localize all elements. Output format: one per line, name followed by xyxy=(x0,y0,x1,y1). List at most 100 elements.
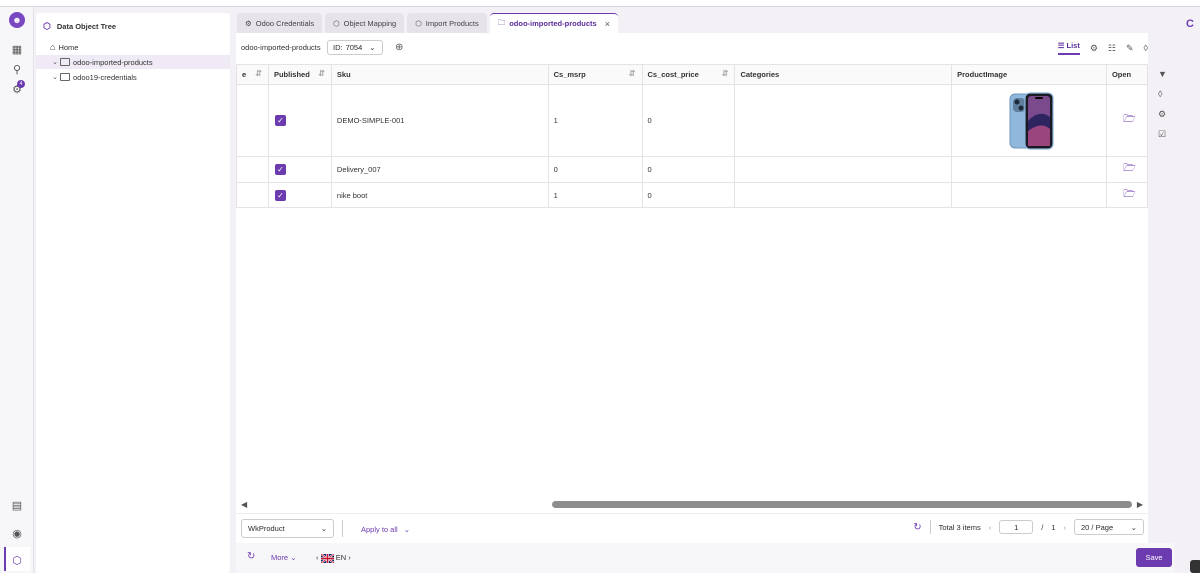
tab-label: odoo-imported-products xyxy=(509,19,597,28)
reload-icon[interactable]: ↻ xyxy=(247,551,255,562)
column-header-cs-msrp[interactable]: Cs_msrp ⇵ xyxy=(547,64,643,85)
tab-import-products[interactable]: ⬡ Import Products xyxy=(407,13,487,33)
column-label: Categories xyxy=(740,70,780,79)
document-icon[interactable]: ▤ xyxy=(9,497,25,513)
tab-label: Import Products xyxy=(425,18,479,28)
chevron-left-icon[interactable]: ‹ xyxy=(316,553,319,562)
window-top-bar xyxy=(0,0,1200,7)
next-page-icon[interactable]: › xyxy=(1064,523,1067,532)
tree-item-home[interactable]: ⌂ Home xyxy=(36,40,230,54)
tree-item-label: odoo-imported-products xyxy=(73,57,153,67)
column-header-open[interactable]: Open xyxy=(1105,64,1149,85)
grid-bottom-bar: WkProduct ⌄ Apply to all ⌄ ↻ Total 3 ite… xyxy=(236,513,1148,543)
language-switcher[interactable]: ‹ EN › xyxy=(316,553,351,563)
search-icon[interactable]: ⚲ xyxy=(9,61,25,77)
more-button[interactable]: More ⌄ xyxy=(271,553,296,562)
chevron-down-icon: ⌄ xyxy=(369,43,376,52)
page-number-input[interactable]: 1 xyxy=(999,520,1034,534)
chevron-down-icon[interactable]: ⌄ xyxy=(50,58,60,66)
refresh-icon[interactable]: ↻ xyxy=(913,522,921,533)
save-button[interactable]: Save xyxy=(1136,548,1172,567)
column-label: Open xyxy=(1111,70,1132,79)
cs-cost-price-cell: 0 xyxy=(641,182,736,208)
horizontal-scrollbar[interactable]: ◀ ▶ xyxy=(241,500,1143,510)
settings-icon[interactable]: ⚙ xyxy=(1158,109,1166,120)
dashboard-grid-icon[interactable]: ▦ xyxy=(9,41,25,57)
product-image-cell xyxy=(951,182,1107,208)
page-size-select[interactable]: 20 / Page ⌄ xyxy=(1074,519,1144,535)
table-row[interactable]: ✓ DEMO-SIMPLE-001 1 0 🗁 xyxy=(236,84,1149,157)
tree-item-label: Home xyxy=(58,42,79,52)
column-header-cs-cost-price[interactable]: Cs_cost_price ⇵ xyxy=(641,64,736,85)
sort-icon[interactable]: ⇵ xyxy=(722,69,729,78)
locate-target-icon[interactable]: ⊕ xyxy=(395,42,403,53)
tab-label: Odoo Credentials xyxy=(255,18,315,28)
column-header-productimage[interactable]: ProductImage xyxy=(951,64,1107,85)
checklist-icon[interactable]: ☑ xyxy=(1158,129,1166,140)
view-switcher: ☰ List ⚙ ☷ ✎ ◊ xyxy=(1057,41,1148,55)
scroll-left-icon[interactable]: ◀ xyxy=(241,500,247,509)
tab-odoo-imported-products[interactable]: 🗀 odoo-imported-products × xyxy=(489,13,618,33)
chevron-down-icon[interactable]: ⌄ xyxy=(50,73,60,81)
sort-icon[interactable]: ⇵ xyxy=(318,69,325,78)
tag-icon[interactable]: ◊ xyxy=(1144,43,1148,53)
prev-page-icon[interactable]: ‹ xyxy=(989,523,992,532)
column-header-categories[interactable]: Categories xyxy=(734,64,953,85)
hierarchy-icon[interactable]: ☷ xyxy=(1108,43,1116,54)
user-avatar-icon[interactable]: ☻ xyxy=(9,12,25,28)
cube-icon[interactable]: ⬡ xyxy=(9,552,25,568)
folder-icon xyxy=(60,58,70,66)
camera-icon[interactable]: ◉ xyxy=(9,525,25,541)
tree-item-odoo19-credentials[interactable]: ⌄ odoo19-credentials xyxy=(36,70,230,84)
scroll-right-icon[interactable]: ▶ xyxy=(1137,500,1143,509)
table-cell xyxy=(236,84,269,157)
categories-cell xyxy=(734,156,953,183)
folder-icon: 🗀 xyxy=(497,18,506,27)
tab-object-mapping[interactable]: ⬡ Object Mapping xyxy=(325,13,405,33)
column-header-sku[interactable]: Sku xyxy=(330,64,549,85)
column-label: Cs_cost_price xyxy=(647,70,699,79)
folder-icon xyxy=(60,73,70,81)
edit-icon[interactable]: ✎ xyxy=(1126,43,1134,54)
settings-icon[interactable]: ⚙ xyxy=(1090,43,1098,54)
open-cell: 🗁 xyxy=(1105,156,1149,183)
tag-icon[interactable]: ◊ xyxy=(1158,89,1162,99)
table-row[interactable]: ✓ Delivery_007 0 0 🗁 xyxy=(236,156,1149,183)
language-label: EN xyxy=(335,553,347,562)
cube-icon: ⬡ xyxy=(333,18,340,28)
column-header[interactable]: e ⇵ xyxy=(236,64,269,85)
tab-odoo-credentials[interactable]: ⚙ Odoo Credentials xyxy=(237,13,323,33)
categories-cell xyxy=(734,182,953,208)
class-select[interactable]: WkProduct ⌄ xyxy=(241,519,334,538)
right-side-toolbar: ▼ ◊ ⚙ ☑ xyxy=(1152,63,1174,153)
table-row[interactable]: ✓ nike boot 1 0 🗁 xyxy=(236,182,1149,208)
object-toolbar: odoo-imported-products ID: 7054 ⌄ ⊕ ☰ Li… xyxy=(236,33,1148,63)
id-select[interactable]: ID: 7054 ⌄ xyxy=(327,40,383,55)
apply-to-all-button[interactable]: Apply to all ⌄ xyxy=(361,525,410,534)
cs-cost-price-cell: 0 xyxy=(641,84,736,157)
open-folder-icon[interactable]: 🗁 xyxy=(1112,187,1147,204)
filter-icon[interactable]: ▼ xyxy=(1158,69,1167,79)
tree-item-odoo-imported-products[interactable]: ⌄ odoo-imported-products xyxy=(36,55,230,69)
widget-icon[interactable] xyxy=(1190,560,1200,573)
editor-footer: ↻ More ⌄ ‹ EN › Save xyxy=(236,543,1174,573)
published-checkbox[interactable]: ✓ xyxy=(274,164,286,175)
open-folder-icon[interactable]: 🗁 xyxy=(1112,112,1147,129)
published-checkbox[interactable]: ✓ xyxy=(274,189,286,201)
open-folder-icon[interactable]: 🗁 xyxy=(1112,161,1147,178)
sort-icon[interactable]: ⇵ xyxy=(255,69,262,78)
chevron-right-icon[interactable]: › xyxy=(348,553,351,562)
scrollbar-thumb[interactable] xyxy=(552,501,1132,508)
column-header-published[interactable]: Published ⇵ xyxy=(267,64,332,85)
column-label: Cs_msrp xyxy=(553,70,586,79)
sort-icon[interactable]: ⇵ xyxy=(629,69,636,78)
chevron-down-icon: ⌄ xyxy=(1130,522,1137,532)
brand-logo-icon: C xyxy=(1186,18,1194,30)
product-image-iphone[interactable] xyxy=(1009,91,1055,151)
list-view-button[interactable]: ☰ List xyxy=(1057,41,1080,55)
published-checkbox[interactable]: ✓ xyxy=(274,115,286,126)
cs-msrp-cell: 1 xyxy=(547,182,643,208)
close-icon[interactable]: × xyxy=(605,19,610,29)
chevron-down-icon: ⌄ xyxy=(403,525,411,534)
open-cell: 🗁 xyxy=(1105,84,1149,157)
